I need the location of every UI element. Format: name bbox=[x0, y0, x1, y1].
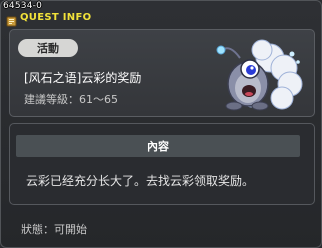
quest-summary-card: 活動 [风石之语]云彩的奖励 建議等級：61～65 bbox=[9, 29, 315, 117]
quest-level: 建議等級：61～65 bbox=[24, 93, 118, 106]
content-header: 內容 bbox=[16, 135, 300, 157]
quest-status: 狀態：可開始 bbox=[21, 223, 87, 236]
quest-type-badge: 活動 bbox=[18, 39, 78, 57]
quest-info-window: 64534-0 QUEST INFO 活動 [风石之语]云彩的奖励 建議等級：6… bbox=[0, 0, 322, 248]
quest-content-card: 內容 云彩已经充分长大了。去找云彩领取奖励。 bbox=[9, 123, 315, 205]
quest-book-icon bbox=[6, 12, 17, 26]
content-body: 云彩已经充分长大了。去找云彩领取奖励。 bbox=[26, 174, 255, 188]
window-title: QUEST INFO bbox=[20, 11, 92, 23]
cloud-creature-sprite bbox=[212, 36, 306, 116]
quest-name: [风石之语]云彩的奖励 bbox=[24, 71, 142, 85]
title-bar[interactable]: QUEST INFO bbox=[6, 10, 92, 26]
